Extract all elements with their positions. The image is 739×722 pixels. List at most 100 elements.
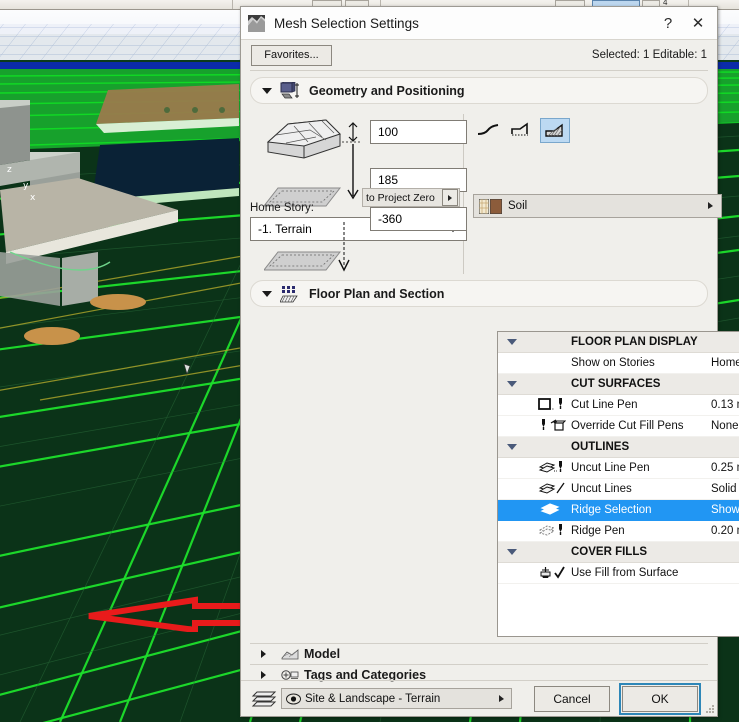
svg-text:z: z <box>7 165 12 175</box>
layers-icon[interactable] <box>251 690 277 708</box>
section-model-label: Model <box>304 647 341 661</box>
chevron-right-icon[interactable] <box>250 649 276 659</box>
row-icon <box>526 418 571 435</box>
list-item[interactable]: Cut Line Pen0.13 mm93 <box>498 395 739 416</box>
group-toggle[interactable] <box>498 381 526 387</box>
geometry-body: 100 185 Home Story: -1. Terrain to Proje… <box>250 110 722 278</box>
row-icon <box>526 502 571 519</box>
material-color-swatch <box>490 198 502 214</box>
row-label: Ridge Pen <box>571 525 625 537</box>
chevron-down-icon[interactable] <box>507 549 517 555</box>
dialog-footer: Site & Landscape - Terrain Cancel OK <box>241 680 717 716</box>
ridge-pen-icon <box>538 523 566 540</box>
section-geometry-and-positioning[interactable]: Geometry and Positioning <box>250 77 708 104</box>
edge-mode-smooth-icon[interactable] <box>474 118 502 141</box>
favorites-button[interactable]: Favorites... <box>251 44 332 66</box>
close-icon[interactable]: ✕ <box>683 9 713 37</box>
chevron-down-icon[interactable] <box>507 381 517 387</box>
divider <box>250 70 708 71</box>
project-zero-plane-icon <box>264 251 342 271</box>
help-button[interactable]: ? <box>653 9 683 37</box>
mesh-icon <box>248 14 265 32</box>
row-value[interactable]: 0.20 mm <box>711 525 739 537</box>
list-group-header[interactable]: COVER FILLS <box>498 542 739 563</box>
row-value[interactable]: Solid Line <box>711 483 739 495</box>
row-icon <box>526 397 571 414</box>
list-item[interactable]: Ridge Pen0.20 mm73 <box>498 521 739 542</box>
fill-brush-icon <box>538 565 566 582</box>
collapsed-sections: Model Tags and Categories <box>241 643 717 685</box>
project-zero-value[interactable]: -360 <box>370 207 467 231</box>
section-floor-plan-and-section[interactable]: Floor Plan and Section <box>250 280 708 307</box>
uncut-lines-icon <box>538 481 566 498</box>
building-material-selector[interactable]: Soil <box>473 194 722 218</box>
section-geometry-label: Geometry and Positioning <box>309 83 465 98</box>
group-toggle[interactable] <box>498 339 526 345</box>
list-item[interactable]: Uncut Line Pen0.25 mm53 <box>498 458 739 479</box>
row-value[interactable]: Show User Defin… <box>711 504 739 516</box>
row-label: CUT SURFACES <box>571 378 661 390</box>
chevron-right-icon[interactable] <box>707 199 714 213</box>
edge-mode-solid-icon[interactable] <box>540 118 570 143</box>
chevron-right-icon[interactable] <box>498 692 505 706</box>
row-label: Uncut Line Pen <box>571 462 650 474</box>
svg-text:x: x <box>30 193 36 203</box>
list-item[interactable]: Use Fill from Surface <box>498 563 739 584</box>
row-icon <box>526 481 571 498</box>
chevron-right-icon[interactable] <box>250 670 276 680</box>
cancel-button[interactable]: Cancel <box>534 685 610 712</box>
to-project-zero-selector[interactable]: to Project Zero <box>362 188 460 207</box>
layer-selector[interactable]: Site & Landscape - Terrain <box>281 688 512 709</box>
layer-value: Site & Landscape - Terrain <box>305 692 441 705</box>
mesh-thickness-value[interactable]: 100 <box>370 120 467 144</box>
ridge-selection-icon <box>538 502 566 519</box>
dialog-titlebar[interactable]: Mesh Selection Settings ? ✕ <box>241 7 717 40</box>
row-label: Use Fill from Surface <box>571 567 679 579</box>
dialog-title: Mesh Selection Settings <box>274 15 419 31</box>
ok-button[interactable]: OK <box>622 685 698 712</box>
material-label: Soil <box>508 200 528 212</box>
row-label: Uncut Lines <box>571 483 632 495</box>
row-value[interactable]: 0.13 mm <box>711 399 739 411</box>
project-zero-dimension-icon <box>338 222 350 272</box>
override-fill-pens-icon <box>538 418 567 435</box>
mesh-selection-settings-dialog[interactable]: Mesh Selection Settings ? ✕ Favorites...… <box>240 6 739 717</box>
chevron-down-icon[interactable] <box>507 339 517 345</box>
group-toggle[interactable] <box>498 444 526 450</box>
chevron-right-icon[interactable] <box>442 189 458 206</box>
row-icon <box>526 565 571 582</box>
section-model[interactable]: Model <box>250 643 708 664</box>
home-story-label: Home Story: <box>250 202 314 214</box>
row-label: Show on Stories <box>571 357 655 369</box>
geometry-icon <box>280 81 299 98</box>
row-label: COVER FILLS <box>571 546 648 558</box>
svg-text:y: y <box>23 181 29 191</box>
list-item[interactable]: Ridge Selection Show User Defin… <box>498 500 739 521</box>
chevron-down-icon[interactable] <box>261 85 273 97</box>
selection-status: Selected: 1 Editable: 1 <box>591 49 707 61</box>
list-group-header[interactable]: OUTLINES <box>498 437 739 458</box>
resize-grip-icon[interactable] <box>706 705 715 714</box>
chevron-down-icon[interactable] <box>507 444 517 450</box>
to-project-zero-label: to Project Zero <box>366 191 435 204</box>
list-item[interactable]: Show on Stories Home Story Only <box>498 353 739 374</box>
mesh-thickness-icon <box>266 119 341 159</box>
floor-plan-icon <box>280 285 298 302</box>
floor-plan-settings-list[interactable]: FLOOR PLAN DISPLAY Show on Stories Home St… <box>497 331 739 637</box>
edge-mode-ridge-icon[interactable] <box>507 118 535 141</box>
list-item[interactable]: Override Cut Fill Pens None <box>498 416 739 437</box>
list-item[interactable]: Uncut Lines Solid Line <box>498 479 739 500</box>
row-icon <box>526 460 571 477</box>
row-label: Override Cut Fill Pens <box>571 420 684 432</box>
group-toggle[interactable] <box>498 549 526 555</box>
row-value[interactable]: Home Story Only <box>711 357 739 369</box>
row-value[interactable]: None <box>711 420 739 432</box>
material-fill-swatch <box>479 198 489 214</box>
chevron-down-icon[interactable] <box>261 288 273 300</box>
model-mesh-icon <box>276 648 304 661</box>
row-value[interactable]: 0.25 mm <box>711 462 739 474</box>
list-group-header[interactable]: CUT SURFACES <box>498 374 739 395</box>
list-group-header[interactable]: FLOOR PLAN DISPLAY <box>498 332 739 353</box>
row-label: Ridge Selection <box>571 504 652 516</box>
eye-icon <box>286 693 301 704</box>
